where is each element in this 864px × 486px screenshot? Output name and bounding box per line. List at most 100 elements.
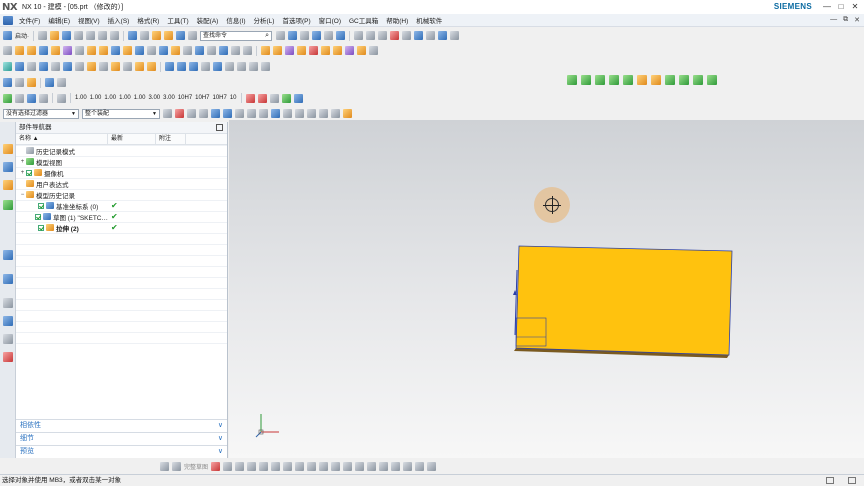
reuse-library-icon[interactable] — [3, 200, 13, 210]
more-surfaces-icon[interactable] — [261, 62, 270, 71]
tree-node[interactable]: + 模型视图 — [16, 156, 227, 167]
pen-icon[interactable] — [245, 93, 255, 103]
history-icon[interactable] — [3, 298, 13, 308]
model-view[interactable] — [229, 120, 864, 458]
trim-icon[interactable] — [331, 462, 341, 471]
angle-icon[interactable] — [281, 93, 291, 103]
layer-settings-icon[interactable] — [354, 31, 363, 40]
menu-insert[interactable]: 插入(S) — [104, 15, 134, 25]
curve-rule-icon[interactable] — [223, 109, 232, 118]
assembly-navigator-icon[interactable] — [3, 162, 13, 172]
through-curves-icon[interactable] — [165, 62, 174, 71]
more-features-icon[interactable] — [369, 46, 378, 55]
menu-help[interactable]: 帮助(H) — [382, 15, 412, 25]
deselect-icon[interactable] — [175, 109, 184, 118]
tree-node[interactable]: 历史记录模式 — [16, 145, 227, 156]
dim-format-4[interactable]: 1.00 — [119, 95, 131, 101]
dim-format-6[interactable]: 3.00 — [148, 95, 160, 101]
details-panel[interactable]: 细节 ∨ — [16, 432, 227, 445]
diameter-icon[interactable] — [269, 93, 279, 103]
snap-point-icon[interactable] — [211, 109, 220, 118]
point-sketch-icon[interactable] — [307, 462, 317, 471]
offset-icon[interactable] — [319, 462, 329, 471]
ruled-icon[interactable] — [201, 62, 210, 71]
column-header-latest[interactable]: 最新 — [108, 134, 156, 144]
expand-toggle[interactable]: + — [20, 159, 25, 165]
zoom-icon[interactable] — [300, 31, 309, 40]
arc-icon[interactable] — [235, 462, 245, 471]
window-icon[interactable] — [176, 31, 185, 40]
sketch-tool-icon[interactable] — [3, 46, 12, 55]
gc-layer-icon[interactable] — [595, 75, 605, 85]
constraint-navigator-icon[interactable] — [3, 180, 13, 190]
intersection-point-icon[interactable] — [283, 109, 292, 118]
preview-panel[interactable]: 预览 ∨ — [16, 445, 227, 458]
more-utility-icon[interactable] — [57, 78, 66, 87]
web-browser-icon[interactable] — [3, 274, 13, 284]
dim-format-3[interactable]: 1.00 — [104, 95, 116, 101]
expand-toggle[interactable]: + — [20, 170, 25, 176]
face-blend-icon[interactable] — [285, 46, 294, 55]
select-all-icon[interactable] — [187, 109, 196, 118]
part-navigator-icon[interactable] — [3, 144, 13, 154]
datum-axis-icon[interactable] — [15, 62, 24, 71]
view-section-icon[interactable] — [438, 31, 447, 40]
tree-node[interactable]: 草图 (1) "SKETC… ✔ — [16, 211, 227, 222]
visibility-checkbox[interactable] — [26, 169, 32, 176]
orient-view-icon[interactable] — [312, 31, 321, 40]
doc-close-button[interactable]: ✕ — [854, 16, 860, 24]
revolve-tool-icon[interactable] — [27, 46, 36, 55]
rectangle-icon[interactable] — [283, 462, 293, 471]
start-menu-button[interactable]: 启动· — [15, 31, 29, 40]
move-to-layer-icon[interactable] — [366, 31, 375, 40]
arc-curve-icon[interactable] — [63, 62, 72, 71]
touch-mode-icon[interactable] — [164, 31, 173, 40]
sketch-constraint-icon[interactable] — [15, 93, 24, 103]
gc-property-icon[interactable] — [581, 75, 591, 85]
tolerance-format-2[interactable]: 10H7 — [195, 95, 209, 101]
bridge-curve-icon[interactable] — [135, 62, 144, 71]
roles-icon[interactable] — [3, 352, 13, 362]
parameters-icon[interactable] — [27, 78, 36, 87]
doc-restore-button[interactable]: ⧉ — [843, 16, 848, 24]
groove-tool-icon[interactable] — [135, 46, 144, 55]
maximize-button[interactable]: □ — [834, 0, 848, 14]
status-toggle-b[interactable] — [848, 477, 856, 484]
scale-body-icon[interactable] — [345, 46, 354, 55]
shell-tool-icon[interactable] — [231, 46, 240, 55]
process-studio-icon[interactable] — [3, 334, 13, 344]
chamfer-sketch-icon[interactable] — [271, 462, 281, 471]
menu-gc-toolkit[interactable]: GC工具箱 — [345, 15, 382, 25]
subtract-tool-icon[interactable] — [183, 46, 192, 55]
point-on-curve-icon[interactable] — [331, 109, 340, 118]
extrude-tool-icon[interactable] — [15, 46, 24, 55]
menu-format[interactable]: 格式(R) — [133, 15, 163, 25]
table-icon[interactable] — [3, 78, 12, 87]
dependencies-panel[interactable]: 相依性 ∨ — [16, 419, 227, 432]
menu-window[interactable]: 窗口(O) — [315, 15, 345, 25]
extend-sheet-icon[interactable] — [237, 62, 246, 71]
gc-export-icon[interactable] — [693, 75, 703, 85]
corner-icon[interactable] — [355, 462, 365, 471]
tolerance-format-1[interactable]: 10H7 — [178, 95, 192, 101]
redo-icon[interactable] — [140, 31, 149, 40]
trimmed-sheet-icon[interactable] — [225, 62, 234, 71]
maximize-panel-icon[interactable] — [216, 124, 223, 131]
dim-format-2[interactable]: 1.00 — [90, 95, 102, 101]
midpoint-icon[interactable] — [259, 109, 268, 118]
pmi-icon[interactable] — [57, 93, 66, 103]
through-mesh-icon[interactable] — [177, 62, 186, 71]
gc-p-icon[interactable] — [651, 75, 661, 85]
n-sided-icon[interactable] — [213, 62, 222, 71]
filter-settings-icon[interactable] — [163, 109, 172, 118]
gc-r-icon[interactable] — [637, 75, 647, 85]
measure-icon[interactable] — [402, 31, 411, 40]
geometric-constraint-icon[interactable] — [379, 462, 389, 471]
line-icon[interactable] — [223, 462, 233, 471]
pattern-feature-icon[interactable] — [309, 46, 318, 55]
pocket-tool-icon[interactable] — [111, 46, 120, 55]
more-icon[interactable] — [450, 31, 459, 40]
full-sketch-label[interactable]: 完整草图 — [184, 462, 208, 471]
visibility-checkbox[interactable] — [38, 202, 44, 209]
visibility-checkbox[interactable] — [34, 213, 41, 220]
